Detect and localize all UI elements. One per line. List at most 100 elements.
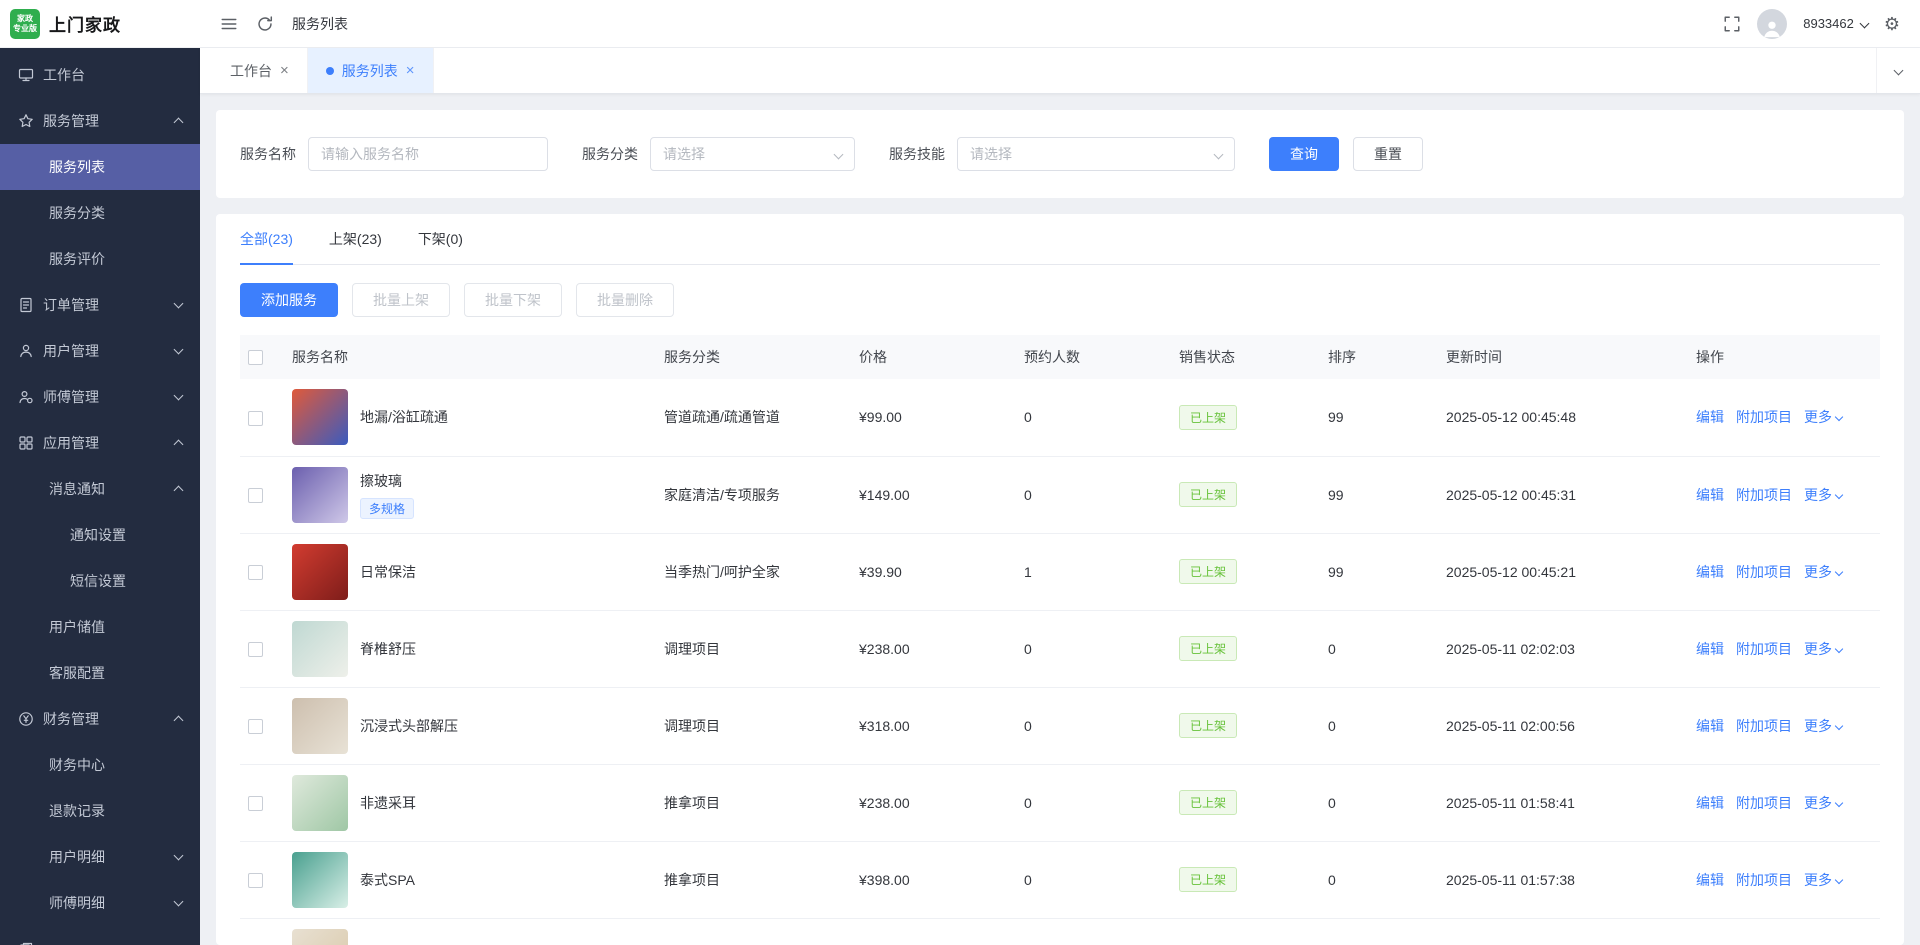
batch-down-button[interactable]: 批量下架 xyxy=(464,283,562,317)
sidebar-item[interactable]: 用户明细 xyxy=(0,834,200,880)
row-checkbox[interactable] xyxy=(248,719,263,734)
more-link[interactable]: 更多 xyxy=(1804,795,1842,811)
sidebar-item[interactable]: 师傅管理 xyxy=(0,374,200,420)
sidebar-item[interactable]: 服务管理 xyxy=(0,98,200,144)
addon-link[interactable]: 附加项目 xyxy=(1736,487,1792,503)
more-link[interactable]: 更多 xyxy=(1804,718,1842,734)
booking-count: 0 xyxy=(1016,841,1171,918)
addon-link[interactable]: 附加项目 xyxy=(1736,564,1792,580)
multi-spec-tag: 多规格 xyxy=(360,498,414,519)
col-bookings: 预约人数 xyxy=(1016,335,1171,379)
addon-link[interactable]: 附加项目 xyxy=(1736,795,1792,811)
row-checkbox[interactable] xyxy=(248,796,263,811)
edit-link[interactable]: 编辑 xyxy=(1696,564,1724,580)
settings-gear-icon[interactable]: ⚙ xyxy=(1884,15,1900,33)
edit-link[interactable]: 编辑 xyxy=(1696,487,1724,503)
skill-select[interactable]: 请选择 xyxy=(957,137,1235,171)
sidebar-item[interactable]: 财务中心 xyxy=(0,742,200,788)
batch-delete-button[interactable]: 批量删除 xyxy=(576,283,674,317)
addon-link[interactable]: 附加项目 xyxy=(1736,641,1792,657)
more-link[interactable]: 更多 xyxy=(1804,872,1842,888)
sidebar-item[interactable]: 师傅明细 xyxy=(0,880,200,926)
edit-link[interactable]: 编辑 xyxy=(1696,795,1724,811)
service-price: ¥238.00 xyxy=(851,610,1016,687)
tab-close-icon[interactable]: × xyxy=(406,62,415,79)
sidebar-item[interactable]: 客服配置 xyxy=(0,650,200,696)
service-thumbnail xyxy=(292,389,348,445)
select-all-checkbox[interactable] xyxy=(248,350,263,365)
nav-tab[interactable]: 服务列表 × xyxy=(308,48,434,93)
sidebar-item[interactable]: 工作台 xyxy=(0,52,200,98)
sidebar-item[interactable]: 用户管理 xyxy=(0,328,200,374)
sidebar-item[interactable]: 退款记录 xyxy=(0,788,200,834)
status-tab[interactable]: 上架(23) xyxy=(329,214,382,264)
row-checkbox[interactable] xyxy=(248,873,263,888)
add-service-button[interactable]: 添加服务 xyxy=(240,283,338,317)
sidebar-item[interactable]: 服务分类 xyxy=(0,190,200,236)
row-checkbox[interactable] xyxy=(248,642,263,657)
service-name-input[interactable] xyxy=(308,137,548,171)
hamburger-icon[interactable] xyxy=(220,15,238,33)
search-button[interactable]: 查询 xyxy=(1269,137,1339,171)
user-dropdown[interactable]: 8933462 xyxy=(1803,16,1868,31)
sidebar-item[interactable]: 应用管理 xyxy=(0,420,200,466)
tab-close-icon[interactable]: × xyxy=(280,62,289,79)
booking-count: 0 xyxy=(1016,687,1171,764)
addon-link[interactable]: 附加项目 xyxy=(1736,409,1792,425)
row-checkbox[interactable] xyxy=(248,488,263,503)
addon-link[interactable]: 附加项目 xyxy=(1736,718,1792,734)
nav-tab[interactable]: 工作台× xyxy=(212,48,308,93)
status-tab[interactable]: 全部(23) xyxy=(240,214,293,264)
more-link[interactable]: 更多 xyxy=(1804,487,1842,503)
status-tab[interactable]: 下架(0) xyxy=(418,214,463,264)
sidebar-item[interactable]: 财务管理 xyxy=(0,696,200,742)
refresh-icon[interactable] xyxy=(256,15,274,33)
app-title: 上门家政 xyxy=(49,11,121,36)
sidebar-item[interactable]: 短信设置 xyxy=(0,558,200,604)
sidebar-item[interactable] xyxy=(0,926,200,945)
edit-link[interactable]: 编辑 xyxy=(1696,872,1724,888)
reset-button[interactable]: 重置 xyxy=(1353,137,1423,171)
sidebar-item[interactable]: 服务列表 xyxy=(0,144,200,190)
avatar[interactable] xyxy=(1757,9,1787,39)
service-category: 推拿项目 xyxy=(656,841,851,918)
edit-link[interactable]: 编辑 xyxy=(1696,409,1724,425)
sidebar-menu: 工作台服务管理服务列表服务分类服务评价订单管理用户管理师傅管理应用管理消息通知通… xyxy=(0,48,200,945)
col-price: 价格 xyxy=(851,335,1016,379)
service-price: ¥318.00 xyxy=(851,687,1016,764)
fullscreen-icon[interactable] xyxy=(1723,15,1741,33)
select-placeholder: 请选择 xyxy=(663,144,705,164)
edit-link[interactable]: 编辑 xyxy=(1696,718,1724,734)
sidebar-item[interactable]: 消息通知 xyxy=(0,466,200,512)
sidebar-item-label: 消息通知 xyxy=(49,479,105,499)
more-link[interactable]: 更多 xyxy=(1804,564,1842,580)
sidebar-item[interactable]: 用户储值 xyxy=(0,604,200,650)
tab-label: 服务列表 xyxy=(342,61,398,81)
col-updated: 更新时间 xyxy=(1438,335,1688,379)
row-checkbox[interactable] xyxy=(248,411,263,426)
sidebar-item-label: 退款记录 xyxy=(49,801,105,821)
sidebar-item[interactable]: 服务评价 xyxy=(0,236,200,282)
sidebar-item-label: 通知设置 xyxy=(70,525,126,545)
addon-link[interactable]: 附加项目 xyxy=(1736,872,1792,888)
category-select[interactable]: 请选择 xyxy=(650,137,855,171)
document-icon xyxy=(18,297,34,313)
sort-order: 0 xyxy=(1320,610,1438,687)
sort-order: 0 xyxy=(1320,841,1438,918)
chevron-down-icon xyxy=(1835,490,1843,498)
edit-link[interactable]: 编辑 xyxy=(1696,641,1724,657)
sidebar-item-label: 客服配置 xyxy=(49,663,105,683)
chevron-down-icon xyxy=(1835,798,1843,806)
sidebar-item[interactable]: 订单管理 xyxy=(0,282,200,328)
sidebar-item-label: 师傅管理 xyxy=(43,387,99,407)
sidebar-item[interactable]: 通知设置 xyxy=(0,512,200,558)
more-link[interactable]: 更多 xyxy=(1804,409,1842,425)
batch-up-button[interactable]: 批量上架 xyxy=(352,283,450,317)
row-checkbox[interactable] xyxy=(248,565,263,580)
service-name: 脊椎舒压 xyxy=(360,639,416,659)
updated-time: 2025-05-11 02:02:03 xyxy=(1438,610,1688,687)
table-row: 日常保洁当季热门/呵护全家¥39.901已上架992025-05-12 00:4… xyxy=(240,533,1880,610)
tabs-more-button[interactable] xyxy=(1876,48,1920,93)
chevron-up-icon xyxy=(174,440,184,450)
more-link[interactable]: 更多 xyxy=(1804,641,1842,657)
